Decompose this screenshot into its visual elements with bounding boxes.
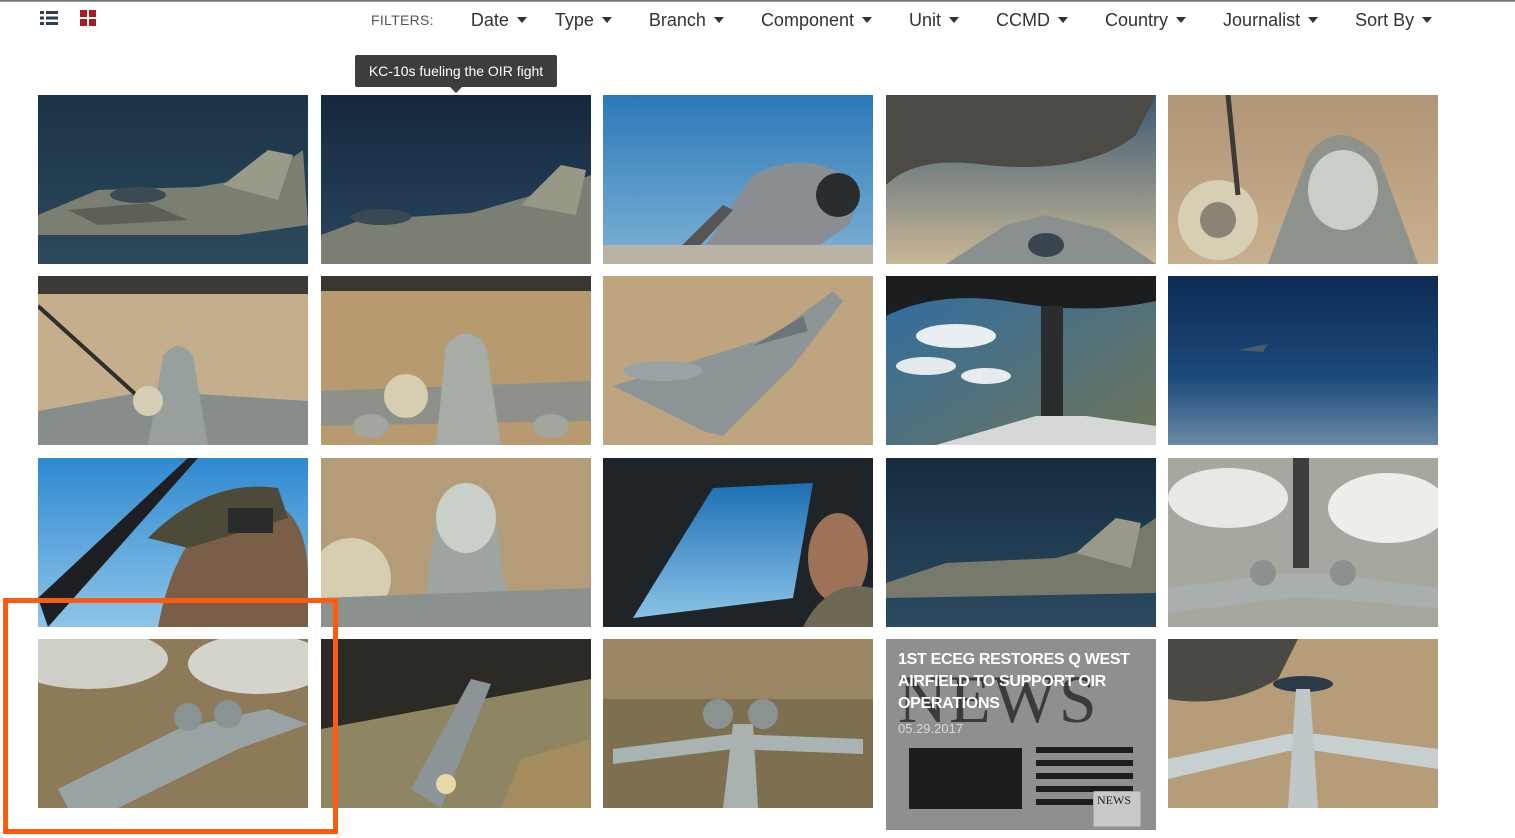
chevron-down-icon bbox=[1058, 17, 1069, 23]
gallery-thumbnail[interactable] bbox=[321, 458, 591, 627]
news-image-block bbox=[909, 748, 1022, 809]
chevron-down-icon bbox=[949, 17, 960, 23]
news-card-title[interactable]: 1st ECEG restores Q West airfield to sup… bbox=[898, 649, 1138, 715]
gallery-thumbnail[interactable] bbox=[38, 95, 308, 264]
chevron-down-icon bbox=[601, 17, 612, 23]
gallery-thumbnail[interactable] bbox=[603, 458, 873, 627]
filter-ccmd[interactable]: CCMD bbox=[996, 9, 1069, 31]
view-toggle bbox=[40, 10, 98, 28]
chevron-down-icon bbox=[1308, 17, 1319, 23]
gallery-thumbnail[interactable] bbox=[1168, 95, 1438, 264]
gallery-thumbnail[interactable] bbox=[38, 639, 308, 808]
newspaper-icon: NEWS bbox=[1093, 791, 1141, 827]
news-badge-label: NEWS bbox=[1097, 793, 1131, 807]
gallery-thumbnail[interactable] bbox=[603, 95, 873, 264]
filter-bar: FILTERS: Date Type Branch Component Unit… bbox=[371, 8, 1433, 32]
filter-branch[interactable]: Branch bbox=[649, 10, 724, 31]
filter-sort-by[interactable]: Sort By bbox=[1355, 9, 1433, 31]
filter-unit-label: Unit bbox=[909, 9, 942, 30]
filter-type-label: Type bbox=[554, 9, 594, 30]
gallery-thumbnail[interactable] bbox=[603, 639, 873, 808]
filter-country[interactable]: Country bbox=[1105, 9, 1187, 31]
filter-unit[interactable]: Unit bbox=[909, 9, 960, 31]
gallery-thumbnail[interactable] bbox=[1168, 639, 1438, 808]
gallery-thumbnail[interactable] bbox=[38, 276, 308, 445]
gallery-thumbnail[interactable] bbox=[321, 639, 591, 808]
filter-component[interactable]: Component bbox=[761, 10, 872, 31]
chevron-down-icon bbox=[1176, 17, 1187, 23]
news-text-line bbox=[1036, 773, 1133, 779]
gallery-thumbnail[interactable] bbox=[886, 276, 1156, 445]
top-border bbox=[0, 0, 1515, 2]
chevron-down-icon bbox=[713, 17, 724, 23]
filter-date[interactable]: Date bbox=[471, 10, 527, 31]
gallery-thumbnail[interactable] bbox=[1168, 276, 1438, 445]
gallery-thumbnail[interactable] bbox=[321, 276, 591, 445]
grid-view-icon[interactable] bbox=[80, 10, 98, 28]
chevron-down-icon bbox=[1422, 17, 1433, 23]
filter-journalist[interactable]: Journalist bbox=[1223, 9, 1319, 31]
news-card[interactable]: NEWS 1st ECEG restores Q West airfield t… bbox=[886, 639, 1156, 830]
filter-ccmd-label: CCMD bbox=[996, 9, 1051, 30]
gallery-thumbnail[interactable] bbox=[1168, 458, 1438, 627]
gallery-thumbnail[interactable] bbox=[603, 276, 873, 445]
news-text-line bbox=[1036, 747, 1133, 753]
gallery-thumbnail[interactable] bbox=[886, 95, 1156, 264]
filters-label: FILTERS: bbox=[371, 12, 434, 28]
news-card-date: 05.29.2017 bbox=[898, 721, 964, 736]
filter-country-label: Country bbox=[1105, 9, 1169, 30]
gallery-thumbnail[interactable] bbox=[886, 458, 1156, 627]
list-view-icon[interactable] bbox=[40, 10, 58, 28]
filter-sort-by-label: Sort By bbox=[1355, 9, 1415, 30]
filter-component-label: Component bbox=[760, 9, 854, 30]
news-text-line bbox=[1036, 760, 1133, 766]
gallery-thumbnail[interactable] bbox=[38, 458, 308, 627]
filter-branch-label: Branch bbox=[648, 9, 706, 30]
chevron-down-icon bbox=[862, 17, 872, 23]
filter-journalist-label: Journalist bbox=[1223, 9, 1301, 30]
gallery-thumbnail[interactable] bbox=[321, 95, 591, 264]
filter-date-label: Date bbox=[470, 9, 509, 30]
tooltip-arrow bbox=[450, 87, 462, 93]
tooltip-text: KC-10s fueling the OIR fight bbox=[368, 63, 544, 79]
filter-type[interactable]: Type bbox=[555, 10, 612, 31]
chevron-down-icon bbox=[516, 17, 527, 23]
image-tooltip: KC-10s fueling the OIR fight bbox=[355, 55, 557, 93]
